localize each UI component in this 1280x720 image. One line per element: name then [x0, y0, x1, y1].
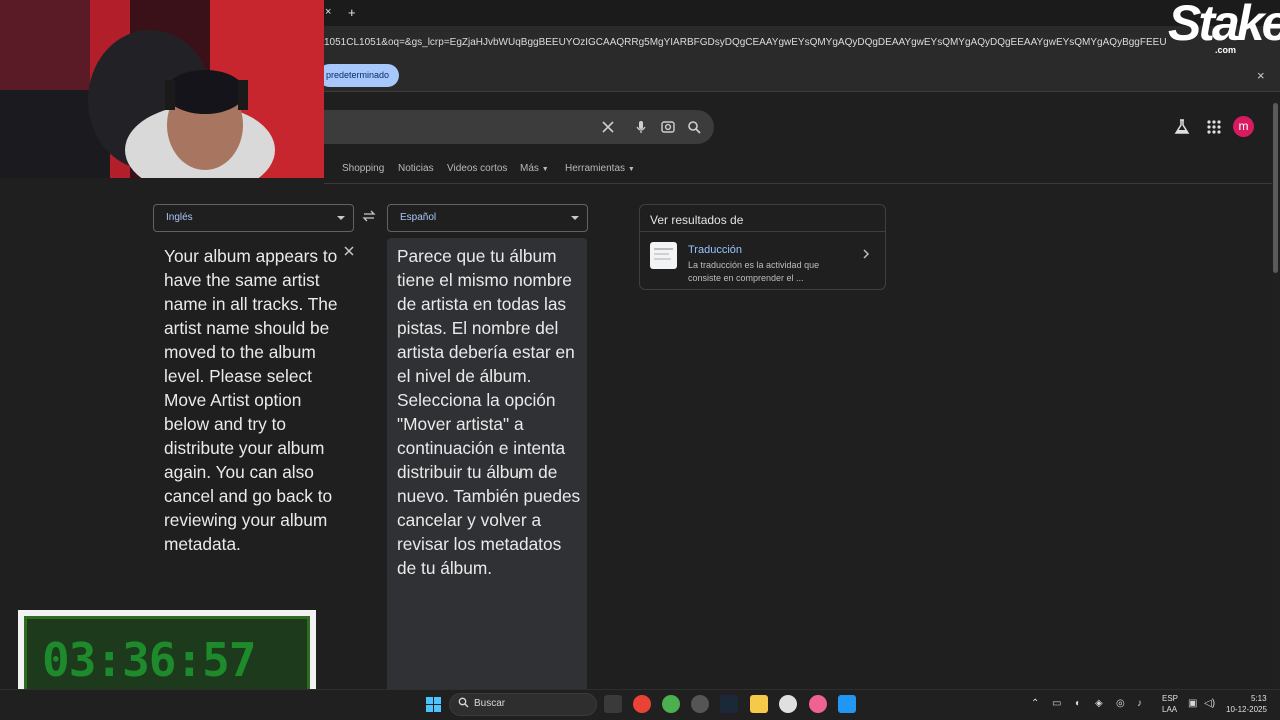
tab-noticias[interactable]: Noticias: [398, 163, 434, 174]
chrome-active-icon[interactable]: [809, 695, 827, 713]
info-bar-close-icon[interactable]: ×: [1257, 68, 1265, 83]
set-default-button[interactable]: predeterminado: [318, 64, 400, 87]
clear-source-icon[interactable]: [342, 244, 356, 262]
task-view-icon[interactable]: [604, 695, 622, 713]
swap-languages-icon[interactable]: [362, 209, 376, 226]
dropdown-caret-icon: [571, 216, 579, 220]
search-icon[interactable]: [685, 118, 703, 136]
app-icon[interactable]: [838, 695, 856, 713]
windows-start-icon[interactable]: [426, 697, 441, 712]
target-language-select[interactable]: Español: [387, 204, 588, 232]
file-explorer-icon[interactable]: [750, 695, 768, 713]
microphone-icon[interactable]: ♪: [1137, 698, 1142, 709]
lens-search-icon[interactable]: [659, 118, 677, 136]
tray-icon[interactable]: ◎: [1116, 698, 1125, 709]
webcam-overlay: [0, 0, 324, 185]
chevron-right-icon[interactable]: [862, 248, 870, 263]
card-title: Ver resultados de: [650, 213, 744, 227]
tab-herramientas[interactable]: Herramientas ▼: [565, 163, 635, 174]
tab-mas-label: Más: [520, 163, 539, 174]
clock-date[interactable]: 10-12-2025: [1226, 705, 1267, 714]
chevron-down-icon: ▼: [627, 166, 635, 173]
tab-videos-cortos[interactable]: Videos cortos: [447, 163, 507, 174]
search-icon: [458, 697, 469, 711]
input-layout[interactable]: LAA: [1162, 705, 1177, 714]
tray-icon[interactable]: ◈: [1095, 698, 1103, 709]
target-language-label: Español: [400, 212, 437, 223]
taskbar-search-label: Buscar: [474, 698, 506, 709]
google-apps-icon[interactable]: [1204, 117, 1224, 137]
dropdown-caret-icon: [337, 216, 345, 220]
tray-icon[interactable]: ▭: [1052, 698, 1061, 709]
clear-search-icon[interactable]: [599, 118, 617, 136]
translation-output: Parece que tu álbum tiene el mismo nombr…: [397, 246, 581, 578]
traduccion-link[interactable]: Traducción: [688, 244, 742, 256]
chrome-icon[interactable]: [633, 695, 651, 713]
steam-icon[interactable]: [720, 695, 738, 713]
stake-domain: .com: [1215, 45, 1237, 55]
labs-flask-icon[interactable]: [1172, 117, 1192, 137]
taskbar-search-box[interactable]: [449, 693, 597, 716]
account-avatar[interactable]: m: [1233, 116, 1254, 137]
new-tab-button[interactable]: +: [348, 5, 356, 20]
url-text[interactable]: 1051CL1051&oq=&gs_lcrp=EgZjaHJvbWUqBggBE…: [324, 37, 1166, 48]
source-language-select[interactable]: Inglés: [153, 204, 354, 232]
volume-icon[interactable]: ◁): [1204, 698, 1215, 709]
app-icon[interactable]: [691, 695, 709, 713]
tray-icon[interactable]: ◐: [1075, 698, 1081, 709]
tab-mas[interactable]: Más ▼: [520, 163, 549, 174]
source-textarea[interactable]: Your album appears to have the same arti…: [164, 244, 344, 556]
result-thumbnail[interactable]: [650, 242, 677, 269]
tab-shopping[interactable]: Shopping: [342, 163, 384, 174]
countdown-timer: 03:36:57: [42, 633, 257, 687]
divider: [640, 231, 885, 232]
tab-close-icon[interactable]: ×: [325, 6, 331, 18]
search-input[interactable]: [300, 110, 714, 144]
traduccion-description: La traducción es la actividad que consis…: [688, 260, 820, 283]
media-player-icon[interactable]: [779, 695, 797, 713]
scrollbar-thumb[interactable]: [1273, 103, 1278, 273]
text-cursor-icon: Ⅰ: [518, 470, 522, 482]
input-language[interactable]: ESP: [1162, 694, 1178, 703]
source-language-label: Inglés: [166, 212, 193, 223]
network-icon[interactable]: ▣: [1188, 698, 1197, 709]
chrome-profile-icon[interactable]: [662, 695, 680, 713]
clock-time[interactable]: 5:13: [1251, 694, 1267, 703]
chevron-down-icon: ▼: [541, 166, 549, 173]
tab-herramientas-label: Herramientas: [565, 163, 626, 174]
chevron-up-icon[interactable]: ⌃: [1031, 698, 1039, 709]
voice-search-icon[interactable]: [632, 118, 650, 136]
